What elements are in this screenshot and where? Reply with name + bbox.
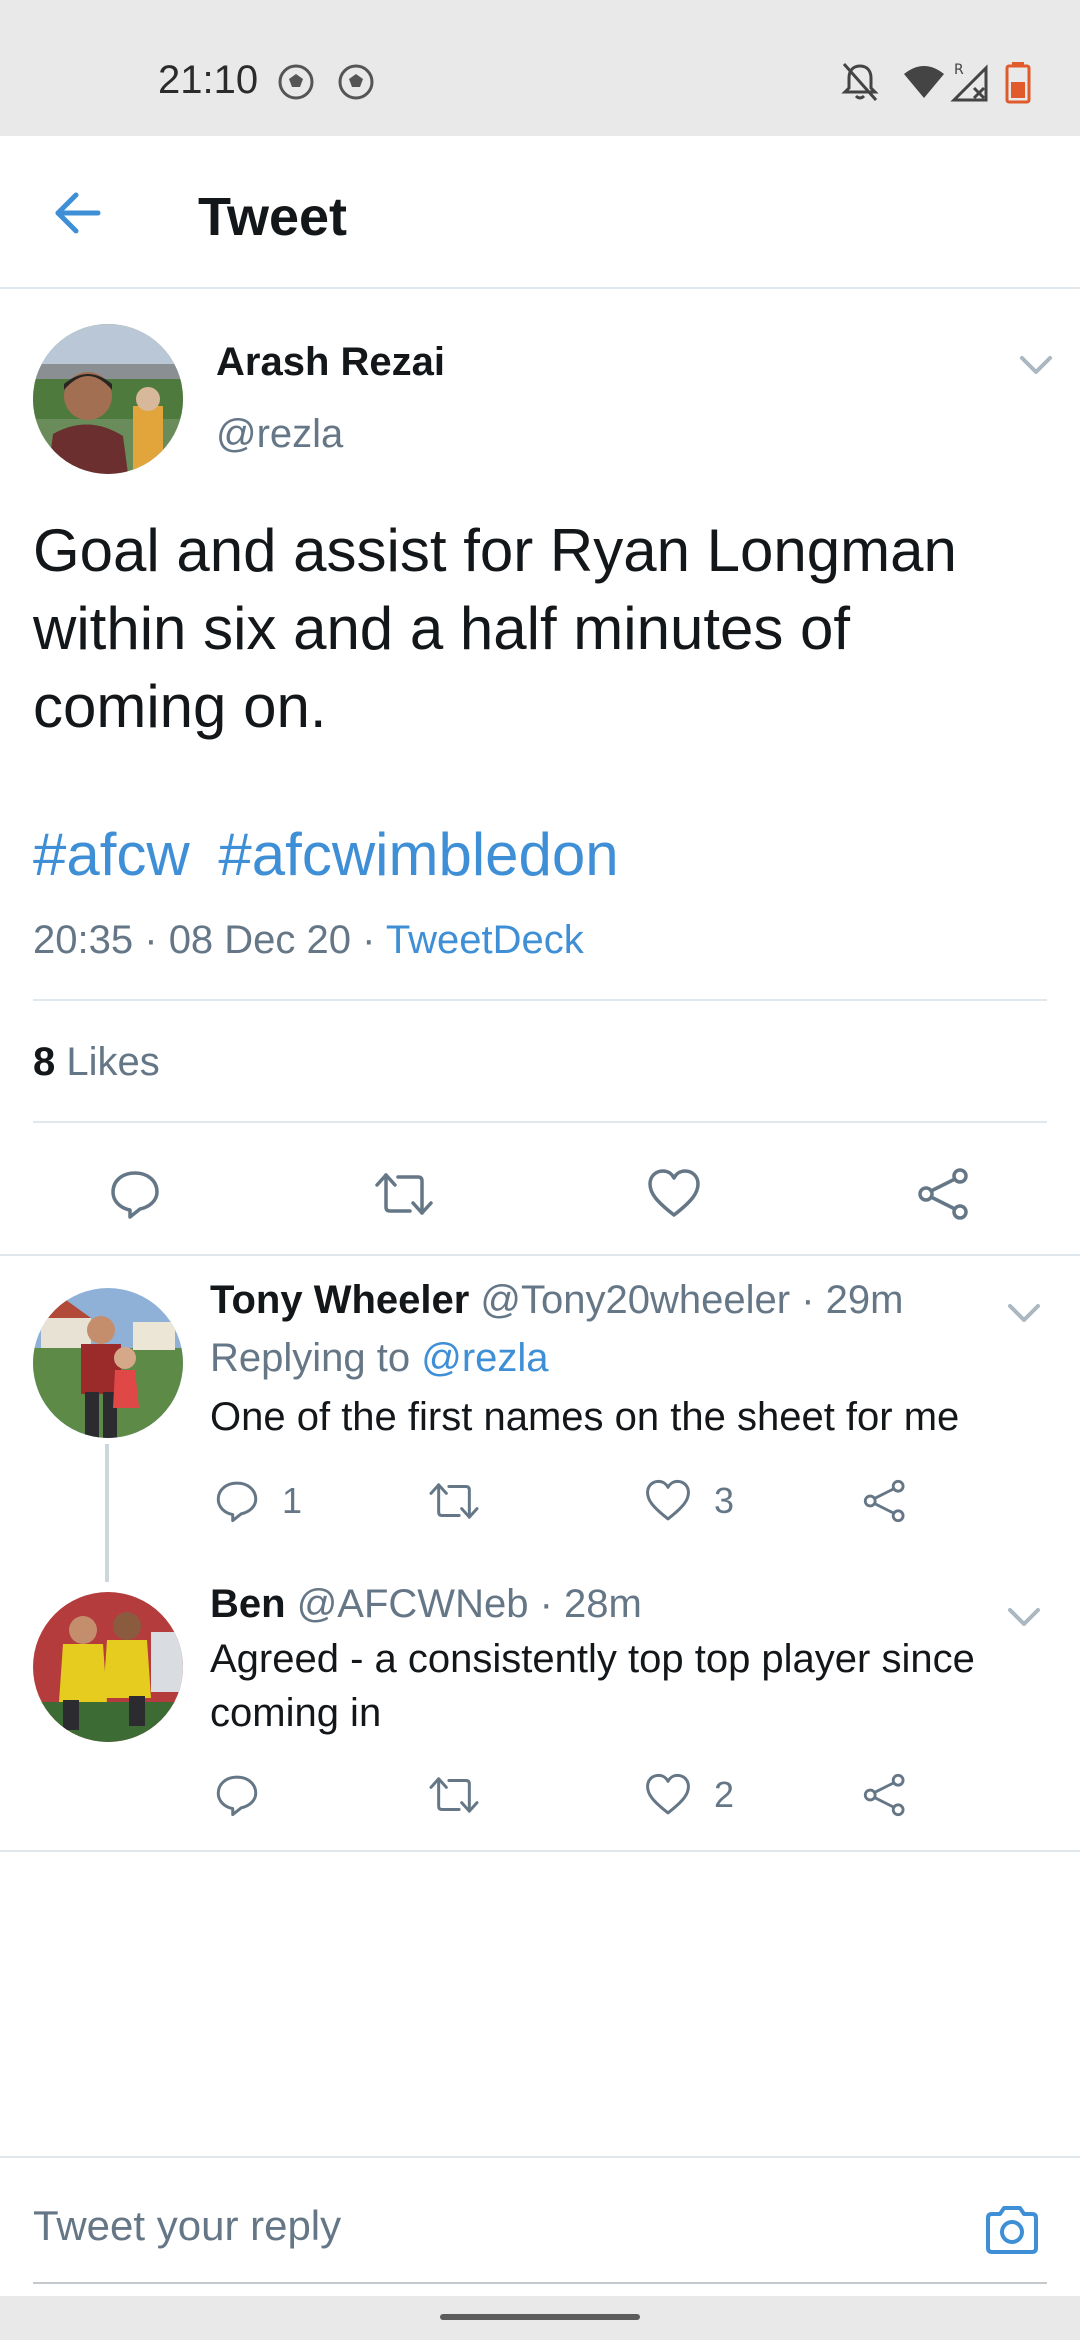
status-bar: 21:10 R [0, 0, 1080, 136]
soccer-ball-icon [278, 64, 314, 100]
retweet-button[interactable] [428, 1770, 502, 1820]
chevron-down-icon[interactable] [1004, 1298, 1044, 1328]
likes-count: 8 [33, 1040, 56, 1084]
like-count: 2 [714, 1774, 735, 1815]
like-button[interactable]: 3 [644, 1476, 734, 1526]
hashtags: #afcw #afcwimbledon [33, 820, 631, 889]
like-button[interactable] [644, 1164, 704, 1224]
share-button[interactable] [862, 1770, 930, 1820]
retweet-button[interactable] [374, 1164, 434, 1224]
chevron-down-icon[interactable] [1016, 350, 1056, 380]
like-button[interactable]: 2 [644, 1770, 734, 1820]
reply-author-handle[interactable]: @AFCWNeb [297, 1582, 529, 1626]
retweet-button[interactable] [428, 1476, 502, 1526]
reply-author-name[interactable]: Tony Wheeler [210, 1278, 469, 1322]
svg-text:R: R [954, 62, 964, 78]
arrow-left-icon [55, 192, 101, 234]
chevron-down-icon[interactable] [1004, 1602, 1044, 1632]
replying-to-label: Replying to [210, 1336, 411, 1380]
share-icon [918, 1168, 968, 1220]
heart-icon [646, 1773, 690, 1815]
wifi-icon [904, 66, 944, 98]
input-underline [33, 2282, 1047, 2284]
meta-separator: · [362, 918, 376, 962]
hashtag-link[interactable]: #afcw [33, 821, 190, 888]
back-button[interactable] [44, 180, 110, 246]
avatar-photo [33, 1288, 183, 1438]
tweet-meta: 20:35 · 08 Dec 20 · TweetDeck [33, 918, 584, 963]
reply-button[interactable] [105, 1164, 165, 1224]
share-button[interactable] [862, 1476, 930, 1526]
tweet-text: Goal and assist for Ryan Longman within … [33, 517, 957, 740]
reply-time: 28m [564, 1582, 642, 1626]
reply-header: Tony Wheeler @Tony20wheeler · 29m [210, 1278, 903, 1323]
tweet-date: 08 Dec 20 [168, 918, 352, 962]
reply-header: Ben @AFCWNeb · 28m [210, 1582, 642, 1627]
tweet-source-link[interactable]: TweetDeck [386, 918, 584, 962]
navigation-bar [0, 2296, 1080, 2340]
reply-icon [216, 1775, 258, 1817]
bell-off-icon [841, 63, 879, 101]
hashtag-link[interactable]: #afcwimbledon [218, 821, 618, 888]
reply-avatar[interactable] [33, 1592, 183, 1742]
tweet-time: 20:35 [33, 918, 134, 962]
reply-text: Agreed - a consistently top top player s… [210, 1637, 975, 1735]
heart-icon [648, 1169, 700, 1217]
replying-to-handle[interactable]: @rezla [421, 1336, 548, 1380]
signal-roaming-icon: R [950, 62, 988, 102]
author-handle[interactable]: @rezla [216, 412, 343, 457]
share-icon [863, 1479, 905, 1523]
home-gesture-handle[interactable] [440, 2314, 640, 2320]
reply-author-name[interactable]: Ben [210, 1582, 286, 1626]
reply-button[interactable] [214, 1770, 282, 1820]
meta-separator: · [801, 1278, 815, 1322]
divider [33, 1121, 1047, 1123]
reply-button[interactable]: 1 [214, 1476, 302, 1526]
reply-icon [111, 1171, 159, 1219]
divider [33, 999, 1047, 1001]
reply-composer: Tweet your reply [0, 2156, 1080, 2284]
camera-icon[interactable] [982, 2200, 1042, 2260]
avatar-photo [33, 324, 183, 474]
likes-summary[interactable]: 8 Likes [33, 1040, 160, 1085]
avatar-photo [33, 1592, 183, 1742]
reply-input[interactable]: Tweet your reply [33, 2202, 341, 2250]
reply-author-handle[interactable]: @Tony20wheeler [480, 1278, 790, 1322]
like-count: 3 [714, 1480, 735, 1521]
retweet-icon [429, 1483, 479, 1519]
reply-count: 1 [282, 1480, 303, 1521]
meta-separator: · [144, 918, 158, 962]
replying-to: Replying to @rezla [210, 1336, 549, 1381]
reply-time: 29m [825, 1278, 904, 1322]
main-tweet: Arash Rezai @rezla Goal and assist for R… [0, 290, 1080, 1256]
battery-low-icon [1005, 62, 1031, 104]
share-button[interactable] [914, 1164, 974, 1224]
soccer-ball-icon [338, 64, 374, 100]
author-name[interactable]: Arash Rezai [216, 340, 445, 385]
reply-icon [216, 1481, 258, 1523]
share-icon [863, 1773, 905, 1817]
reply-tweet[interactable]: Ben @AFCWNeb · 28m Agreed - a consistent… [0, 1562, 1080, 1852]
status-time: 21:10 [158, 58, 259, 102]
app-bar: Tweet [0, 136, 1080, 289]
meta-separator: · [539, 1582, 553, 1626]
reply-tweet[interactable]: Tony Wheeler @Tony20wheeler · 29m Replyi… [0, 1258, 1080, 1558]
retweet-icon [375, 1173, 433, 1215]
retweet-icon [429, 1777, 479, 1813]
likes-label: Likes [66, 1040, 160, 1084]
heart-icon [646, 1479, 690, 1521]
reply-avatar[interactable] [33, 1288, 183, 1438]
reply-text: One of the first names on the sheet for … [210, 1395, 960, 1439]
author-avatar[interactable] [33, 324, 183, 474]
page-title: Tweet [198, 187, 348, 247]
